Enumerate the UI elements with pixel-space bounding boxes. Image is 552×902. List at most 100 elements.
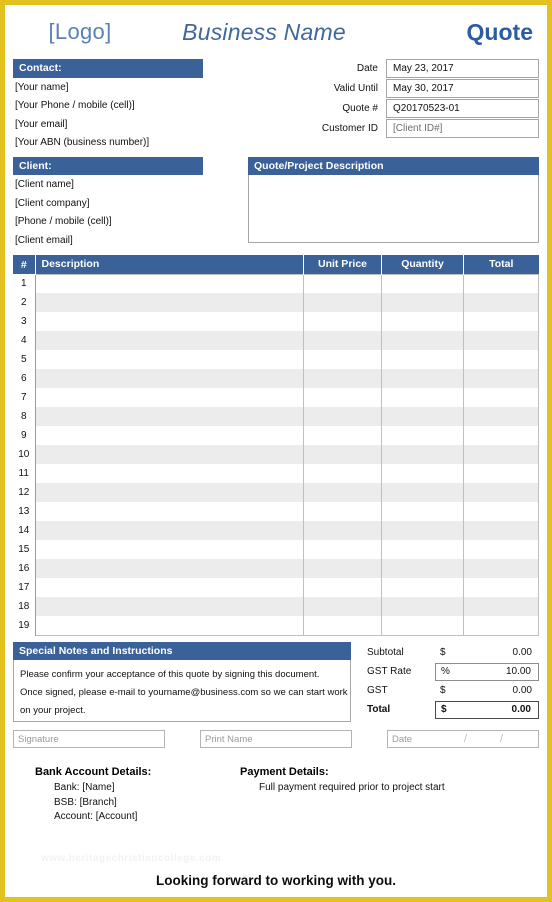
row-unit-price-cell[interactable] <box>303 616 382 636</box>
row-quantity-cell[interactable] <box>381 521 464 541</box>
row-description-cell[interactable] <box>34 483 304 503</box>
valid-until-field[interactable]: May 30, 2017 <box>386 79 539 98</box>
row-unit-price-cell[interactable] <box>303 331 382 351</box>
row-unit-price-cell[interactable] <box>303 426 382 446</box>
bank-name-line[interactable]: Bank: [Name] <box>35 781 240 796</box>
row-quantity-cell[interactable] <box>381 578 464 598</box>
customer-id-field[interactable]: [Client ID#] <box>386 119 539 138</box>
row-total-cell[interactable] <box>463 521 539 541</box>
row-total-cell[interactable] <box>463 388 539 408</box>
contact-line-name[interactable]: [Your name] <box>13 78 203 97</box>
row-total-cell[interactable] <box>463 312 539 332</box>
row-description-cell[interactable] <box>34 331 304 351</box>
row-description-cell[interactable] <box>34 426 304 446</box>
row-quantity-cell[interactable] <box>381 540 464 560</box>
row-quantity-cell[interactable] <box>381 312 464 332</box>
row-description-cell[interactable] <box>34 445 304 465</box>
row-description-cell[interactable] <box>34 312 304 332</box>
row-description-cell[interactable] <box>34 388 304 408</box>
row-total-cell[interactable] <box>463 616 539 636</box>
row-total-cell[interactable] <box>463 559 539 579</box>
row-quantity-cell[interactable] <box>381 464 464 484</box>
row-unit-price-cell[interactable] <box>303 578 382 598</box>
row-description-cell[interactable] <box>34 502 304 522</box>
business-name[interactable]: Business Name <box>145 19 413 46</box>
row-description-cell[interactable] <box>34 407 304 427</box>
row-quantity-cell[interactable] <box>381 388 464 408</box>
signature-date-input[interactable]: Date / / <box>387 730 539 749</box>
row-description-cell[interactable] <box>34 293 304 313</box>
row-total-cell[interactable] <box>463 331 539 351</box>
row-unit-price-cell[interactable] <box>303 540 382 560</box>
project-description-input[interactable] <box>248 175 539 244</box>
row-quantity-cell[interactable] <box>381 350 464 370</box>
row-total-cell[interactable] <box>463 578 539 598</box>
totals-symbol-total: $ <box>441 704 447 716</box>
row-unit-price-cell[interactable] <box>303 502 382 522</box>
row-quantity-cell[interactable] <box>381 483 464 503</box>
row-total-cell[interactable] <box>463 369 539 389</box>
row-total-cell[interactable] <box>463 597 539 617</box>
row-unit-price-cell[interactable] <box>303 293 382 313</box>
row-unit-price-cell[interactable] <box>303 407 382 427</box>
row-quantity-cell[interactable] <box>381 559 464 579</box>
row-quantity-cell[interactable] <box>381 502 464 522</box>
row-total-cell[interactable] <box>463 407 539 427</box>
contact-line-email[interactable]: [Your email] <box>13 115 203 134</box>
row-unit-price-cell[interactable] <box>303 350 382 370</box>
row-description-cell[interactable] <box>34 540 304 560</box>
row-unit-price-cell[interactable] <box>303 597 382 617</box>
row-quantity-cell[interactable] <box>381 407 464 427</box>
row-quantity-cell[interactable] <box>381 293 464 313</box>
row-quantity-cell[interactable] <box>381 445 464 465</box>
row-description-cell[interactable] <box>34 578 304 598</box>
row-unit-price-cell[interactable] <box>303 388 382 408</box>
row-unit-price-cell[interactable] <box>303 369 382 389</box>
gst-rate-input[interactable]: 10.00 <box>462 666 538 677</box>
row-quantity-cell[interactable] <box>381 597 464 617</box>
row-quantity-cell[interactable] <box>381 616 464 636</box>
row-total-cell[interactable] <box>463 426 539 446</box>
signature-input[interactable]: Signature <box>13 730 165 749</box>
client-line-company[interactable]: [Client company] <box>13 194 203 213</box>
row-unit-price-cell[interactable] <box>303 312 382 332</box>
row-total-cell[interactable] <box>463 502 539 522</box>
row-total-cell[interactable] <box>463 483 539 503</box>
client-line-name[interactable]: [Client name] <box>13 175 203 194</box>
row-total-cell[interactable] <box>463 445 539 465</box>
quote-number-field[interactable]: Q20170523-01 <box>386 99 539 118</box>
row-unit-price-cell[interactable] <box>303 521 382 541</box>
print-name-input[interactable]: Print Name <box>200 730 352 749</box>
row-description-cell[interactable] <box>34 350 304 370</box>
row-quantity-cell[interactable] <box>381 369 464 389</box>
contact-line-phone[interactable]: [Your Phone / mobile (cell)] <box>13 96 203 115</box>
row-total-cell[interactable] <box>463 350 539 370</box>
row-unit-price-cell[interactable] <box>303 483 382 503</box>
row-total-cell[interactable] <box>463 464 539 484</box>
client-line-email[interactable]: [Client email] <box>13 231 203 250</box>
date-field[interactable]: May 23, 2017 <box>386 59 539 78</box>
row-quantity-cell[interactable] <box>381 273 464 294</box>
row-description-cell[interactable] <box>34 521 304 541</box>
row-quantity-cell[interactable] <box>381 331 464 351</box>
client-line-phone[interactable]: [Phone / mobile (cell)] <box>13 212 203 231</box>
bank-bsb-line[interactable]: BSB: [Branch] <box>35 796 240 811</box>
special-notes-body[interactable]: Please confirm your acceptance of this q… <box>13 660 351 723</box>
row-description-cell[interactable] <box>34 616 304 636</box>
row-unit-price-cell[interactable] <box>303 445 382 465</box>
row-quantity-cell[interactable] <box>381 426 464 446</box>
logo-placeholder[interactable]: [Logo] <box>15 19 145 45</box>
row-total-cell[interactable] <box>463 540 539 560</box>
row-unit-price-cell[interactable] <box>303 273 382 294</box>
row-description-cell[interactable] <box>34 273 304 294</box>
row-total-cell[interactable] <box>463 273 539 294</box>
row-description-cell[interactable] <box>34 597 304 617</box>
row-unit-price-cell[interactable] <box>303 559 382 579</box>
row-total-cell[interactable] <box>463 293 539 313</box>
contact-line-abn[interactable]: [Your ABN (business number)] <box>13 133 203 152</box>
row-description-cell[interactable] <box>34 464 304 484</box>
bank-account-line[interactable]: Account: [Account] <box>35 810 240 825</box>
row-description-cell[interactable] <box>34 559 304 579</box>
row-unit-price-cell[interactable] <box>303 464 382 484</box>
row-description-cell[interactable] <box>34 369 304 389</box>
